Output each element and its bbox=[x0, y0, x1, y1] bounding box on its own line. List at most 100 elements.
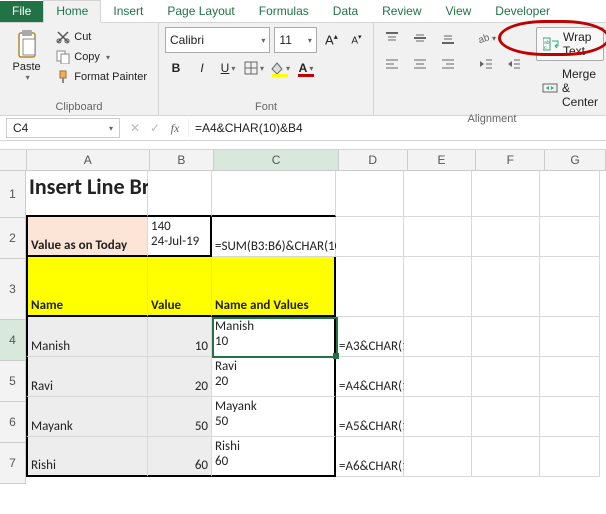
cell-b3[interactable]: Value bbox=[148, 257, 212, 317]
row-header-5[interactable]: 5 bbox=[0, 361, 26, 402]
cell-f5[interactable] bbox=[472, 357, 540, 397]
cell-b7[interactable]: 60 bbox=[148, 437, 212, 477]
cell-f2[interactable] bbox=[472, 217, 540, 257]
col-header-b[interactable]: B bbox=[150, 150, 215, 170]
cell-f6[interactable] bbox=[472, 397, 540, 437]
cell-d5[interactable]: =A4&CHAR(10)&B4 bbox=[336, 357, 404, 397]
cell-b5[interactable]: 20 bbox=[148, 357, 212, 397]
tab-review[interactable]: Review bbox=[370, 1, 433, 22]
col-header-c[interactable]: C bbox=[214, 150, 339, 170]
name-box[interactable]: C4▾ bbox=[6, 118, 120, 138]
cancel-formula-icon[interactable]: ✕ bbox=[126, 121, 144, 135]
row-header-7[interactable]: 7 bbox=[0, 443, 26, 484]
cell-b2[interactable]: 140 24-Jul-19 bbox=[148, 217, 212, 257]
cell-d2[interactable] bbox=[336, 217, 404, 257]
cell-a2[interactable]: Value as on Today bbox=[26, 217, 148, 257]
row-header-2[interactable]: 2 bbox=[0, 218, 26, 259]
cell-b6[interactable]: 50 bbox=[148, 397, 212, 437]
decrease-indent-icon[interactable] bbox=[474, 53, 498, 75]
cell-g4[interactable] bbox=[540, 317, 600, 357]
cell-g5[interactable] bbox=[540, 357, 600, 397]
cell-e7[interactable] bbox=[404, 437, 472, 477]
tab-home[interactable]: Home bbox=[43, 0, 101, 23]
cell-g2[interactable] bbox=[540, 217, 600, 257]
tab-developer[interactable]: Developer bbox=[483, 1, 562, 22]
cell-a1[interactable]: Insert Line Break Using Formula bbox=[26, 171, 148, 217]
align-right-icon[interactable] bbox=[436, 53, 460, 75]
align-bottom-icon[interactable] bbox=[436, 27, 460, 49]
cell-f4[interactable] bbox=[472, 317, 540, 357]
row-header-1[interactable]: 1 bbox=[0, 171, 26, 218]
tab-view[interactable]: View bbox=[434, 1, 484, 22]
cell-c3[interactable]: Name and Values bbox=[212, 257, 336, 317]
cell-d4[interactable]: =A3&CHAR(10)&B3 bbox=[336, 317, 404, 357]
orientation-icon[interactable]: ab▾ bbox=[474, 27, 498, 49]
tab-page-layout[interactable]: Page Layout bbox=[155, 1, 246, 22]
fill-color-button[interactable]: ▾ bbox=[269, 57, 291, 79]
wrap-text-button[interactable]: abc Wrap Text bbox=[536, 27, 604, 61]
italic-button[interactable]: I bbox=[191, 57, 213, 79]
cell-g6[interactable] bbox=[540, 397, 600, 437]
cell-a6[interactable]: Mayank bbox=[26, 397, 148, 437]
row-header-4[interactable]: 4 bbox=[0, 320, 26, 361]
cell-e4[interactable] bbox=[404, 317, 472, 357]
cell-d3[interactable] bbox=[336, 257, 404, 317]
row-header-3[interactable]: 3 bbox=[0, 259, 26, 320]
copy-button[interactable]: Copy ▾ bbox=[51, 47, 152, 67]
align-left-icon[interactable] bbox=[380, 53, 404, 75]
underline-button[interactable]: U▾ bbox=[217, 57, 239, 79]
tab-file[interactable]: File bbox=[0, 1, 43, 22]
font-name-select[interactable]: Calibri▾ bbox=[165, 27, 270, 53]
col-header-a[interactable]: A bbox=[27, 150, 150, 170]
cell-a5[interactable]: Ravi bbox=[26, 357, 148, 397]
cut-button[interactable]: Cut bbox=[51, 27, 152, 47]
decrease-font-icon[interactable]: A▾ bbox=[346, 29, 367, 51]
cell-c7[interactable]: Rishi 60 bbox=[212, 437, 336, 477]
cell-e3[interactable] bbox=[404, 257, 472, 317]
cell-e2[interactable] bbox=[404, 217, 472, 257]
borders-button[interactable]: ▾ bbox=[243, 57, 265, 79]
row-header-6[interactable]: 6 bbox=[0, 402, 26, 443]
cell-f3[interactable] bbox=[472, 257, 540, 317]
align-middle-icon[interactable] bbox=[408, 27, 432, 49]
cell-b1[interactable] bbox=[148, 171, 212, 217]
bold-button[interactable]: B bbox=[165, 57, 187, 79]
cell-f7[interactable] bbox=[472, 437, 540, 477]
align-top-icon[interactable] bbox=[380, 27, 404, 49]
merge-center-button[interactable]: Merge & Center bbox=[536, 65, 604, 111]
cell-f1[interactable] bbox=[472, 171, 540, 217]
col-header-g[interactable]: G bbox=[545, 150, 606, 170]
cell-a4[interactable]: Manish bbox=[26, 317, 148, 357]
increase-indent-icon[interactable] bbox=[502, 53, 526, 75]
col-header-f[interactable]: F bbox=[476, 150, 545, 170]
cell-d1[interactable] bbox=[336, 171, 404, 217]
cell-d7[interactable]: =A6&CHAR(10)&B6 bbox=[336, 437, 404, 477]
tab-insert[interactable]: Insert bbox=[101, 1, 155, 22]
cell-c5[interactable]: Ravi 20 bbox=[212, 357, 336, 397]
cell-c1[interactable] bbox=[212, 171, 336, 217]
cell-d6[interactable]: =A5&CHAR(10)&B5 bbox=[336, 397, 404, 437]
increase-font-icon[interactable]: A▴ bbox=[321, 29, 342, 51]
font-size-select[interactable]: 11▾ bbox=[274, 27, 316, 53]
cell-c2[interactable]: =SUM(B3:B6)&CHAR(10)&TEXT(TODAY(),"dd-MM… bbox=[212, 217, 336, 257]
tab-formulas[interactable]: Formulas bbox=[247, 1, 321, 22]
tab-data[interactable]: Data bbox=[321, 1, 370, 22]
cell-b4[interactable]: 10 bbox=[148, 317, 212, 357]
cell-a7[interactable]: Rishi bbox=[26, 437, 148, 477]
fx-icon[interactable]: fx bbox=[166, 121, 184, 136]
select-all-corner[interactable] bbox=[0, 150, 27, 170]
cell-a3[interactable]: Name bbox=[26, 257, 148, 317]
cell-g3[interactable] bbox=[540, 257, 600, 317]
cell-g7[interactable] bbox=[540, 437, 600, 477]
cell-e6[interactable] bbox=[404, 397, 472, 437]
align-center-icon[interactable] bbox=[408, 53, 432, 75]
cell-c6[interactable]: Mayank 50 bbox=[212, 397, 336, 437]
cell-e5[interactable] bbox=[404, 357, 472, 397]
cell-e1[interactable] bbox=[404, 171, 472, 217]
cell-g1[interactable] bbox=[540, 171, 600, 217]
format-painter-button[interactable]: Format Painter bbox=[51, 67, 152, 87]
col-header-e[interactable]: E bbox=[408, 150, 477, 170]
font-color-button[interactable]: A▾ bbox=[295, 57, 317, 79]
cell-c4[interactable]: Manish 10 bbox=[212, 317, 336, 357]
col-header-d[interactable]: D bbox=[339, 150, 408, 170]
